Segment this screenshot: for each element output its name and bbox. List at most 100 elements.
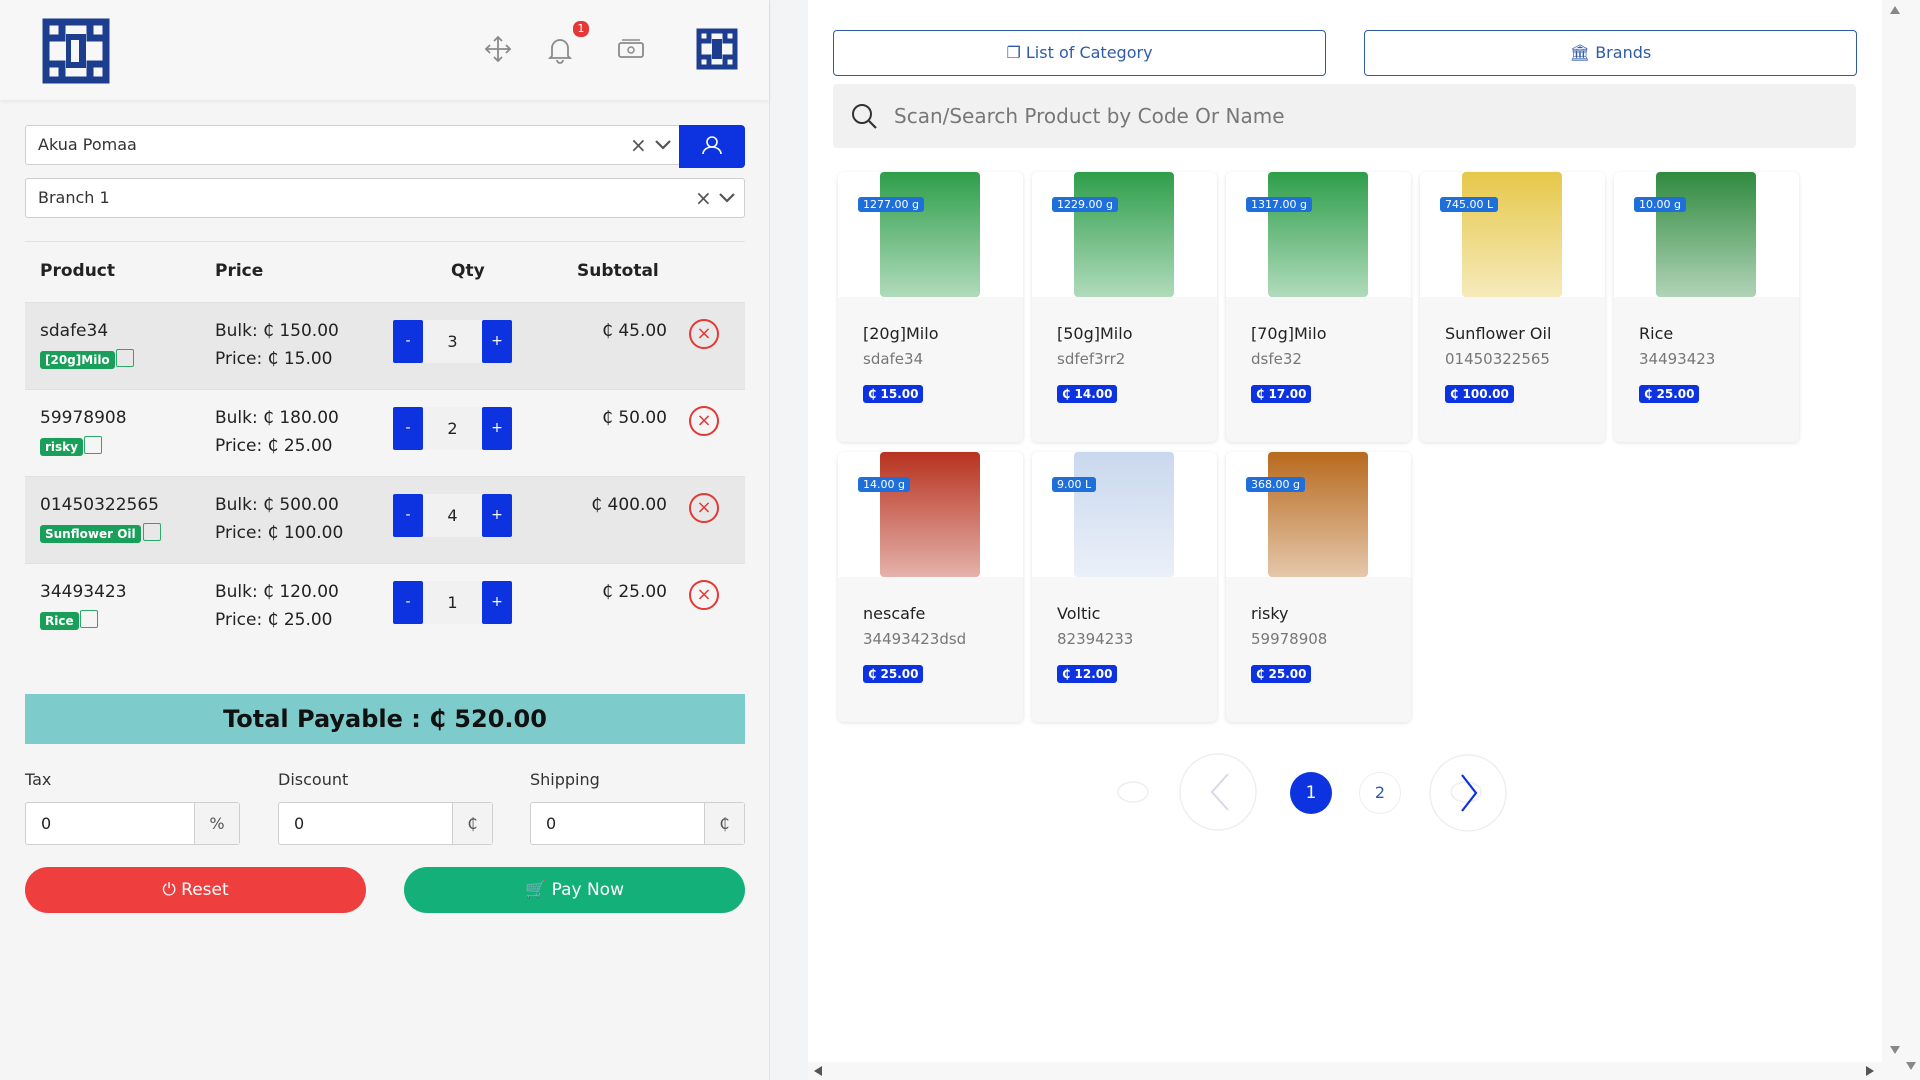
decrement-button[interactable]: - [393, 581, 423, 624]
product-price-badge: ₵ 25.00 [1639, 385, 1700, 403]
chevron-down-icon[interactable] [718, 179, 736, 232]
product-catalog-panel: ❐ List of Category 🏛 Brands Scan/Search … [808, 0, 1882, 1080]
product-code: 59978908 [1251, 630, 1328, 648]
chevron-down-icon[interactable] [654, 126, 672, 179]
list-of-category-button[interactable]: ❐ List of Category [833, 30, 1326, 76]
horizontal-scrollbar[interactable] [808, 1062, 1882, 1080]
edit-icon[interactable] [116, 349, 134, 367]
product-card[interactable]: 1229.00 g [50g]Milo sdfef3rr2 ₵ 14.00 [1032, 172, 1217, 442]
decrement-button[interactable]: - [393, 494, 423, 537]
pay-now-button[interactable]: 🛒 Pay Now [404, 867, 745, 913]
pagination-prev[interactable] [1179, 753, 1257, 831]
product-card[interactable]: 14.00 g nescafe 34493423dsd ₵ 25.00 [838, 452, 1023, 722]
product-code: 34493423 [40, 582, 127, 602]
discount-value: 0 [294, 814, 305, 833]
product-weight-badge: 10.00 g [1634, 197, 1686, 212]
quantity-input[interactable]: 3 [423, 320, 482, 363]
product-card[interactable]: 10.00 g Rice 34493423 ₵ 25.00 [1614, 172, 1799, 442]
bell-icon[interactable] [545, 34, 575, 64]
bank-icon: 🏛 [1569, 43, 1591, 62]
product-card[interactable]: 1317.00 g [70g]Milo dsfe32 ₵ 17.00 [1226, 172, 1411, 442]
shipping-label: Shipping [530, 770, 600, 789]
decrement-button[interactable]: - [393, 407, 423, 450]
product-name: Voltic [1057, 604, 1101, 623]
quantity-input[interactable]: 2 [423, 407, 482, 450]
vertical-scrollbar[interactable] [1882, 0, 1920, 1080]
branch-select[interactable]: Branch 1 × [25, 178, 745, 218]
product-card[interactable]: 1277.00 g [20g]Milo sdafe34 ₵ 15.00 [838, 172, 1023, 442]
cash-icon[interactable] [616, 34, 646, 64]
increment-button[interactable]: + [482, 494, 512, 537]
chevron-left-icon [1210, 773, 1229, 811]
remove-icon[interactable]: × [689, 580, 719, 610]
product-weight-badge: 9.00 L [1052, 477, 1097, 492]
bulk-price: Bulk: ₵ 500.00 [215, 495, 339, 515]
edit-icon[interactable] [143, 523, 161, 541]
edit-icon[interactable] [80, 610, 98, 628]
avatar[interactable] [694, 26, 740, 72]
quantity-stepper: - 3 + [393, 320, 512, 363]
unit-price: Price: ₵ 25.00 [215, 610, 333, 630]
product-price-badge: ₵ 14.00 [1057, 385, 1118, 403]
increment-button[interactable]: + [482, 581, 512, 624]
shipping-unit: ₵ [704, 803, 744, 844]
product-card[interactable]: 745.00 L Sunflower Oil 01450322565 ₵ 100.00 [1420, 172, 1605, 442]
product-code: 82394233 [1057, 630, 1134, 648]
add-customer-button[interactable] [679, 125, 745, 168]
search-placeholder: Scan/Search Product by Code Or Name [894, 104, 1285, 128]
quantity-stepper: - 4 + [393, 494, 512, 537]
product-name: [20g]Milo [863, 324, 939, 343]
remove-icon[interactable]: × [689, 406, 719, 436]
product-name: Sunflower Oil [1445, 324, 1552, 343]
discount-field[interactable]: 0 ₵ [278, 802, 493, 845]
discount-label: Discount [278, 770, 349, 789]
pagination-first[interactable] [1117, 781, 1149, 803]
edit-icon[interactable] [84, 436, 102, 454]
product-price-badge: ₵ 100.00 [1445, 385, 1514, 403]
product-card[interactable]: 9.00 L Voltic 82394233 ₵ 12.00 [1032, 452, 1217, 722]
brands-button-label: Brands [1595, 43, 1652, 62]
product-tag: Rice [40, 612, 79, 630]
page-1-button[interactable]: 1 [1290, 772, 1332, 814]
product-card[interactable]: 368.00 g risky 59978908 ₵ 25.00 [1226, 452, 1411, 722]
logo-icon[interactable] [40, 16, 112, 86]
header-price: Price [215, 261, 264, 281]
row-subtotal: ₵ 25.00 [602, 582, 667, 602]
product-price-badge: ₵ 25.00 [1251, 665, 1312, 683]
pagination-next[interactable] [1428, 754, 1508, 834]
row-subtotal: ₵ 45.00 [602, 321, 667, 341]
brands-button[interactable]: 🏛 Brands [1364, 30, 1857, 76]
remove-icon[interactable]: × [689, 493, 719, 523]
unit-price: Price: ₵ 15.00 [215, 349, 333, 369]
product-image [1032, 452, 1217, 577]
tax-field[interactable]: 0 % [25, 802, 240, 845]
product-image [1226, 452, 1411, 577]
clear-icon[interactable]: × [630, 126, 647, 164]
remove-icon[interactable]: × [689, 319, 719, 349]
total-payable: Total Payable : ₵ 520.00 [25, 694, 745, 744]
quantity-input[interactable]: 1 [423, 581, 482, 624]
clear-icon[interactable]: × [695, 179, 712, 217]
unit-price: Price: ₵ 25.00 [215, 436, 333, 456]
product-image [1226, 172, 1411, 297]
product-tag: Sunflower Oil [40, 525, 141, 543]
page-2-button[interactable]: 2 [1359, 772, 1401, 814]
increment-button[interactable]: + [482, 320, 512, 363]
shipping-field[interactable]: 0 ₵ [530, 802, 745, 845]
product-code: 34493423 [1639, 350, 1716, 368]
reset-button[interactable]: ⏻ Reset [25, 867, 366, 913]
notification-badge: 1 [573, 21, 589, 37]
product-price-badge: ₵ 12.00 [1057, 665, 1118, 683]
row-subtotal: ₵ 400.00 [591, 495, 667, 515]
customer-select[interactable]: Akua Pomaa × [25, 125, 680, 165]
decrement-button[interactable]: - [393, 320, 423, 363]
increment-button[interactable]: + [482, 407, 512, 450]
customer-select-value: Akua Pomaa [38, 135, 137, 154]
product-code: 34493423dsd [863, 630, 967, 648]
quantity-input[interactable]: 4 [423, 494, 482, 537]
product-search-input[interactable]: Scan/Search Product by Code Or Name [833, 84, 1856, 148]
product-name: Rice [1639, 324, 1674, 343]
quantity-stepper: - 2 + [393, 407, 512, 450]
top-bar: 1 [0, 0, 769, 100]
move-icon[interactable] [483, 34, 513, 64]
